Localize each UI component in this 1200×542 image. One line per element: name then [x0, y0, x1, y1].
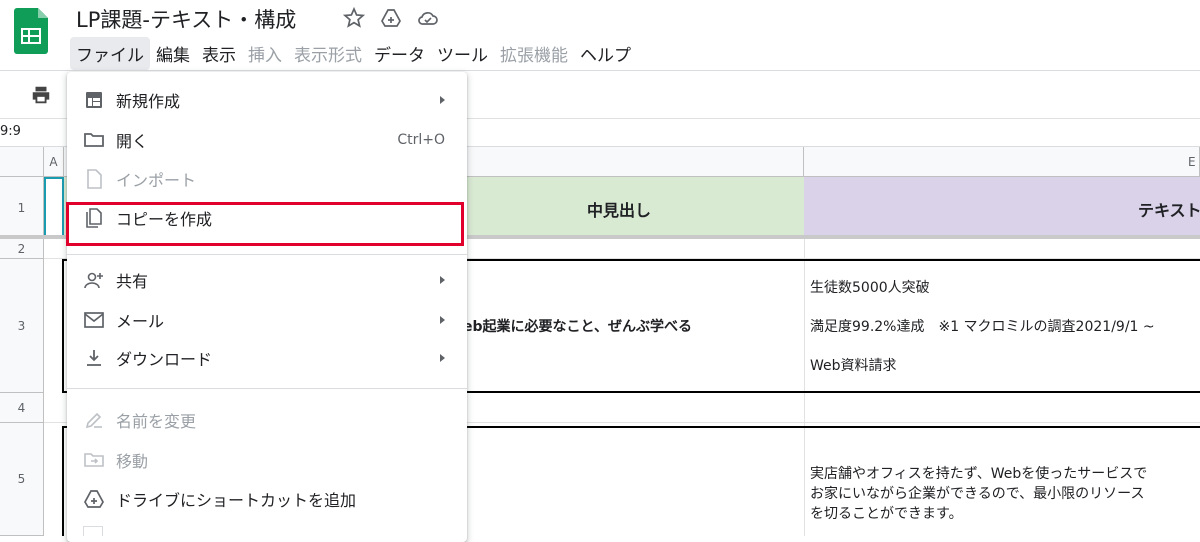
row-header-5[interactable]: 5	[0, 423, 44, 536]
menu-separator	[67, 254, 467, 255]
menu-item-email-label: メール	[116, 312, 165, 331]
cell-e1[interactable]: テキスト	[804, 177, 1200, 239]
column-header-e[interactable]: E	[804, 147, 1200, 177]
select-all-corner[interactable]	[0, 147, 44, 177]
cell-e3-line3: Web資料請求	[810, 358, 897, 374]
submenu-arrow-icon	[440, 276, 445, 284]
menu-help[interactable]: ヘルプ	[574, 37, 637, 70]
menu-item-move[interactable]: 移動	[67, 442, 467, 478]
cell-e3-line2: 満足度99.2%達成 ※1 マクロミルの調査2021/9/1 ~	[810, 319, 1155, 335]
star-icon[interactable]	[342, 6, 366, 30]
submenu-arrow-icon	[440, 316, 445, 324]
cell-d3-text: eb起業に必要なこと、ぜんぶ学べる	[463, 319, 692, 335]
row-header-1[interactable]: 1	[0, 177, 44, 239]
menu-item-new-label: 新規作成	[116, 92, 181, 111]
drive-shortcut-icon	[84, 490, 104, 508]
move-icon	[84, 453, 104, 467]
menu-item-open-label: 開く	[116, 132, 149, 151]
cloud-status-icon[interactable]	[416, 6, 440, 30]
row-header-3[interactable]: 3	[0, 259, 44, 393]
cell-d1-text: 中見出し	[587, 201, 652, 220]
email-icon	[84, 312, 104, 328]
file-menu-dropdown: 新規作成 開く Ctrl+O インポート コピーを作成 共有 メール ダウンロー…	[66, 72, 467, 542]
menu-extensions[interactable]: 拡張機能	[494, 37, 574, 70]
menu-item-rename[interactable]: 名前を変更	[67, 402, 467, 438]
file-icon	[87, 169, 102, 189]
menu-item-share-label: 共有	[116, 272, 149, 291]
rename-icon	[85, 412, 102, 429]
menu-bar: ファイル 編集 表示 挿入 表示形式 データ ツール 拡張機能 ヘルプ	[70, 36, 637, 70]
folder-icon	[84, 133, 104, 147]
menu-view[interactable]: 表示	[196, 37, 242, 70]
cell-e5-line3: を切ることができます。	[810, 506, 963, 522]
menu-item-new[interactable]: 新規作成	[67, 82, 467, 118]
highlight-box	[66, 202, 464, 246]
menu-item-import[interactable]: インポート	[67, 161, 467, 197]
menu-tools[interactable]: ツール	[431, 37, 494, 70]
submenu-arrow-icon	[440, 96, 445, 104]
download-icon	[87, 350, 101, 366]
menu-item-download[interactable]: ダウンロード	[67, 340, 467, 376]
column-header-e-label: E	[1188, 154, 1196, 169]
menu-item-share[interactable]: 共有	[67, 262, 467, 298]
person-add-icon	[84, 272, 103, 289]
column-header-a[interactable]: A	[44, 147, 64, 177]
selected-cell-a1[interactable]	[44, 177, 64, 239]
print-icon[interactable]	[30, 84, 52, 106]
menu-item-move-label: 移動	[116, 452, 149, 471]
sheets-logo-icon[interactable]	[14, 8, 48, 54]
menu-file[interactable]: ファイル	[70, 36, 150, 70]
menu-separator	[67, 388, 467, 389]
document-title[interactable]: LP課題-テキスト・構成	[76, 4, 296, 34]
menu-item-add-shortcut-label: ドライブにショートカットを追加	[116, 491, 357, 510]
row-header-2[interactable]: 2	[0, 239, 44, 259]
new-sheet-icon	[86, 92, 102, 108]
menu-insert[interactable]: 挿入	[242, 37, 288, 70]
menu-item-download-label: ダウンロード	[116, 350, 213, 369]
header-divider	[0, 70, 1200, 71]
menu-item-rename-label: 名前を変更	[116, 412, 197, 431]
name-box[interactable]: 9:9	[0, 124, 21, 139]
menu-format[interactable]: 表示形式	[288, 37, 368, 70]
cell-e1-text: テキスト	[1138, 201, 1200, 220]
cell-e5-line1: 実店舗やオフィスを持たず、Webを使ったサービスで	[810, 466, 1148, 482]
menu-item-email[interactable]: メール	[67, 302, 467, 338]
row-header-4[interactable]: 4	[0, 393, 44, 423]
menu-item-add-shortcut[interactable]: ドライブにショートカットを追加	[67, 481, 467, 517]
move-to-drive-icon[interactable]	[379, 6, 403, 30]
menu-item-next-cut[interactable]	[67, 520, 467, 536]
menu-edit[interactable]: 編集	[150, 37, 196, 70]
menu-item-open-shortcut: Ctrl+O	[397, 132, 445, 148]
menu-data[interactable]: データ	[368, 37, 431, 70]
cell-e3-line1: 生徒数5000人突破	[810, 280, 930, 296]
cell-e5-line2: お家にいながら企業ができるので、最小限のリソース	[810, 486, 1145, 502]
submenu-arrow-icon	[440, 354, 445, 362]
menu-item-import-label: インポート	[116, 171, 197, 190]
menu-item-open[interactable]: 開く Ctrl+O	[67, 122, 467, 158]
trash-icon	[83, 526, 103, 536]
